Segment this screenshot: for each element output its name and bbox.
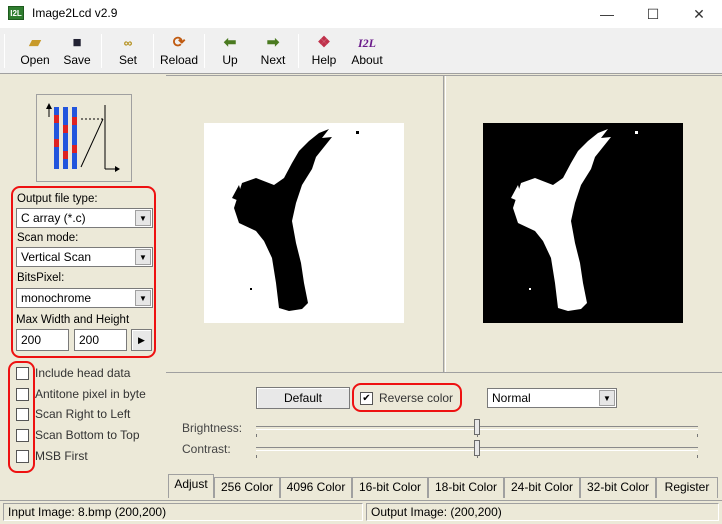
tab-4096-color[interactable]: 4096 Color xyxy=(280,477,352,498)
arrow-right-icon: ➡ xyxy=(266,34,280,51)
include-head-data-label: Include head data xyxy=(35,366,131,380)
antitone-pixel-checkbox[interactable] xyxy=(16,388,29,401)
folder-open-icon: ▰ xyxy=(29,34,41,51)
toolbar-separator xyxy=(204,34,205,68)
max-height-input[interactable]: 200 xyxy=(74,329,127,351)
maximize-button[interactable]: ☐ xyxy=(630,0,676,28)
checkmark-icon: ✔ xyxy=(362,393,371,404)
slider-tick xyxy=(697,455,698,458)
slider-tick xyxy=(697,434,698,437)
input-image-preview xyxy=(204,123,404,323)
include-head-data-checkbox[interactable] xyxy=(16,367,29,380)
output-file-type-select[interactable]: C array (*.c) ▼ xyxy=(16,208,153,228)
reload-button[interactable]: ⟳ Reload xyxy=(157,32,201,72)
open-button[interactable]: ▰ Open xyxy=(13,32,57,72)
tab-adjust[interactable]: Adjust xyxy=(168,474,214,498)
play-arrow-icon: ▶ xyxy=(138,335,145,345)
scan-mode-label: Scan mode: xyxy=(17,232,79,244)
status-output-image: Output Image: (200,200) xyxy=(366,503,719,521)
reload-icon: ⟳ xyxy=(172,34,186,51)
bits-pixel-select[interactable]: monochrome ▼ xyxy=(16,288,153,308)
toolbar-separator xyxy=(298,34,299,68)
contrast-slider-thumb[interactable] xyxy=(474,440,480,456)
help-book-icon: ❖ xyxy=(317,34,331,51)
scan-mode-select[interactable]: Vertical Scan ▼ xyxy=(16,247,153,267)
brightness-slider-thumb[interactable] xyxy=(474,419,480,435)
max-width-input[interactable]: 200 xyxy=(16,329,69,351)
up-button[interactable]: ⬅ Up xyxy=(208,32,252,72)
scan-bottom-to-top-checkbox[interactable] xyxy=(16,429,29,442)
color-mode-select[interactable]: Normal ▼ xyxy=(487,388,617,408)
chevron-down-icon: ▼ xyxy=(135,249,151,265)
floppy-save-icon: ■ xyxy=(72,34,82,51)
status-input-image: Input Image: 8.bmp (200,200) xyxy=(3,503,363,521)
tab-24-bit-color[interactable]: 24-bit Color xyxy=(504,477,580,498)
tab-16-bit-color[interactable]: 16-bit Color xyxy=(352,477,428,498)
scan-right-to-left-checkbox[interactable] xyxy=(16,408,29,421)
toolbar-grip xyxy=(4,34,5,68)
about-button[interactable]: I2L About xyxy=(345,32,389,72)
antitone-pixel-label: Antitone pixel in byte xyxy=(35,387,146,401)
scan-right-to-left-label: Scan Right to Left xyxy=(35,407,131,421)
slider-tick xyxy=(256,455,257,458)
scan-bottom-to-top-label: Scan Bottom to Top xyxy=(35,428,140,442)
reverse-color-label: Reverse color xyxy=(379,391,454,405)
max-size-label: Max Width and Height xyxy=(16,314,130,326)
input-image-silhouette xyxy=(232,129,359,311)
tab-32-bit-color[interactable]: 32-bit Color xyxy=(580,477,656,498)
brightness-label: Brightness: xyxy=(182,421,243,435)
tab-256-color[interactable]: 256 Color xyxy=(214,477,280,498)
glasses-settings-icon: ∞ xyxy=(123,36,133,50)
toolbar-separator xyxy=(153,34,154,68)
window-title: Image2Lcd v2.9 xyxy=(32,6,118,20)
output-image-preview xyxy=(483,123,683,323)
apply-size-button[interactable]: ▶ xyxy=(131,329,152,351)
minimize-button[interactable]: — xyxy=(584,0,630,28)
chevron-down-icon: ▼ xyxy=(135,210,151,226)
output-image-silhouette xyxy=(511,129,638,311)
scan-direction-icon xyxy=(46,103,120,172)
arrow-left-icon: ⬅ xyxy=(223,34,237,51)
close-button[interactable]: ✕ xyxy=(676,0,722,28)
help-button[interactable]: ❖ Help xyxy=(302,32,346,72)
next-button[interactable]: ➡ Next xyxy=(251,32,295,72)
toolbar-separator xyxy=(101,34,102,68)
slider-tick xyxy=(477,455,478,458)
chevron-down-icon: ▼ xyxy=(599,390,615,406)
i2l-logo-icon: I2L xyxy=(358,36,376,50)
slider-tick xyxy=(256,434,257,437)
slider-tick xyxy=(477,434,478,437)
default-button[interactable]: Default xyxy=(256,387,350,409)
app-icon: I2L xyxy=(8,6,24,20)
msb-first-checkbox[interactable] xyxy=(16,450,29,463)
logo-box xyxy=(36,94,132,182)
bits-pixel-label: BitsPixel: xyxy=(17,272,65,284)
contrast-label: Contrast: xyxy=(182,442,231,456)
save-button[interactable]: ■ Save xyxy=(55,32,99,72)
set-button[interactable]: ∞ Set xyxy=(106,32,150,72)
tab-18-bit-color[interactable]: 18-bit Color xyxy=(428,477,504,498)
reverse-color-checkbox[interactable]: ✔ xyxy=(360,392,373,405)
chevron-down-icon: ▼ xyxy=(135,290,151,306)
tab-register[interactable]: Register xyxy=(656,477,718,498)
preview-divider xyxy=(443,76,446,372)
output-file-type-label: Output file type: xyxy=(17,193,98,205)
msb-first-label: MSB First xyxy=(35,449,88,463)
